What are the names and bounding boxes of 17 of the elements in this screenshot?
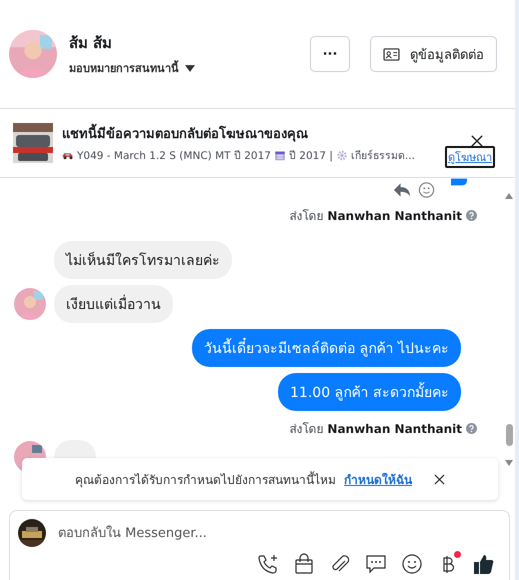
message-bubble: เงียบแต่เมื่อวาน [54,285,173,323]
ad-reply-title: แชทนี้มีข้อความตอบกลับต่อโฆษณาของคุณ [62,122,415,144]
message-bubble: ไม่เห็นมีใครโทรมาเลยค่ะ [54,241,232,279]
assign-prompt-text: คุณต้องการได้รับการกำหนดไปยังการสนทนานี้ไหม [75,470,336,488]
contact-name: ส้ม ส้ม [69,33,114,54]
view-ad-link[interactable]: ดูโฆษณา [445,146,495,168]
assign-to-me-link[interactable]: กำหนดให้ฉัน [344,470,412,488]
more-button[interactable]: ··· [310,36,350,72]
sent-by-text: ส่งโดย Nanwhan Nanthanit [290,421,462,438]
ad-detail-text: Y049 - March 1.2 S (MNC) MT ปี 2017 [77,148,271,164]
ad-detail-text: ปี 2017 | [288,148,333,164]
ad-detail-text: เกียร์ธรรมด... [350,148,415,164]
message-bubble: 11.00 ลูกค้า สะดวกมั้ยคะ [278,373,461,411]
view-contact-button[interactable]: ดูข้อมูลติดต่อ [370,36,497,72]
message-bubble: วันนี้เดี๋ยวจะมีเซลล์ติดต่อ ลูกค้า ไปนะคะ [192,329,461,367]
assign-dropdown[interactable]: มอบหมายการสนทนานี้ [69,59,195,77]
sent-by-text: ส่งโดย Nanwhan Nanthanit [290,208,462,225]
